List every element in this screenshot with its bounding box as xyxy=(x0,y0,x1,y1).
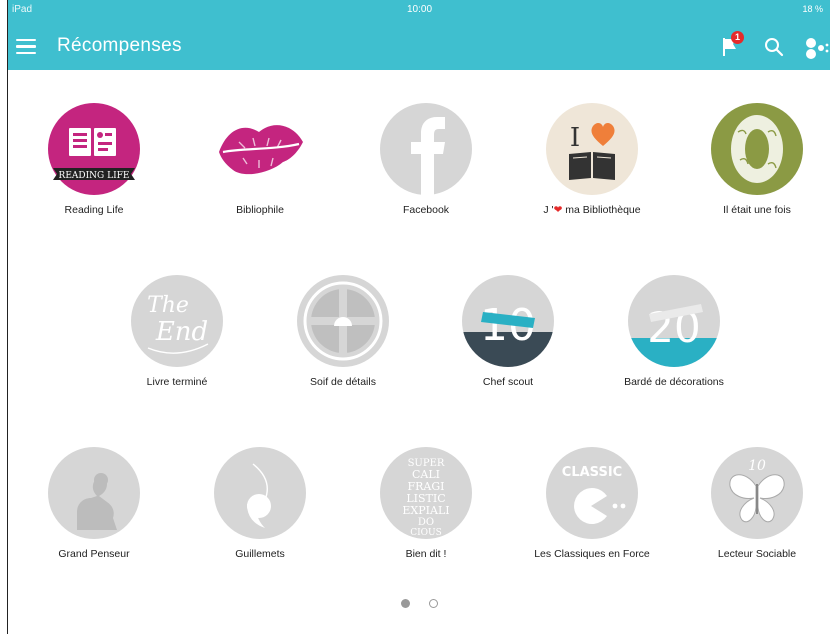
status-bar: iPad 10:00 18 % xyxy=(8,0,830,22)
svg-text:I: I xyxy=(570,123,580,153)
badge-classiques[interactable]: CLASSIC Les Classiques en Force xyxy=(517,446,667,560)
badge-label: Soif de détails xyxy=(310,376,376,388)
people-icon xyxy=(806,38,829,59)
supercali-words-icon: SUPER CALI FRAGI LISTIC EXPIALI DO CIOUS xyxy=(380,447,472,539)
magnifier-lens-icon xyxy=(297,275,389,367)
badge-lecteur-sociable[interactable]: 10 Lecteur Sociable xyxy=(682,446,830,560)
badge-label: Lecteur Sociable xyxy=(717,548,797,560)
badge-il-etait[interactable]: Il était une fois xyxy=(682,102,830,216)
notification-badge: 1 xyxy=(731,31,744,44)
badge-soif[interactable]: Soif de détails xyxy=(268,274,418,388)
ten-ribbon-icon: 10 xyxy=(462,275,554,367)
badge-label: Facebook xyxy=(402,204,450,216)
thinker-statue-icon xyxy=(48,447,140,539)
facebook-icon xyxy=(380,103,472,195)
badge-bien-dit[interactable]: SUPER CALI FRAGI LISTIC EXPIALI DO CIOUS… xyxy=(351,446,501,560)
word-line: EXPIALI xyxy=(402,504,449,517)
page-indicator xyxy=(8,595,830,613)
reading-life-banner: READING LIFE xyxy=(59,171,130,181)
search-icon xyxy=(765,38,784,57)
word-line: DO xyxy=(418,517,434,528)
reading-life-icon: READING LIFE xyxy=(48,103,140,195)
word-line: CIOUS xyxy=(410,528,442,538)
badge-barde[interactable]: 20 Bardé de décorations xyxy=(599,274,749,388)
social-button[interactable] xyxy=(803,35,829,59)
badge-facebook[interactable]: Facebook xyxy=(351,102,501,216)
page-dot-1[interactable] xyxy=(401,599,411,608)
lips-icon xyxy=(219,125,303,175)
the-end-line2: End xyxy=(155,317,208,347)
badge-label: J '❤ ma Bibliothèque xyxy=(517,204,667,216)
badge-guillemets[interactable]: Guillemets xyxy=(185,446,335,560)
label-prefix: J ' xyxy=(543,204,554,216)
badge-label: Bien dit ! xyxy=(405,548,447,560)
quote-mark-icon xyxy=(214,447,306,539)
battery-percent: 18 % xyxy=(802,4,823,14)
the-end-line1: The xyxy=(147,293,189,318)
badge-label: Bardé de décorations xyxy=(624,376,724,388)
badge-label: Livre terminé xyxy=(146,376,208,388)
notifications-button[interactable]: 1 xyxy=(720,31,744,59)
badge-reading-life[interactable]: READING LIFE Reading Life xyxy=(19,102,169,216)
nav-bar: Récompenses 1 xyxy=(8,22,830,70)
classic-pacman-icon: CLASSIC xyxy=(546,447,638,539)
app-window: iPad 10:00 18 % Récompenses 1 READING LI… xyxy=(7,0,830,634)
badge-label: Reading Life xyxy=(64,204,124,216)
butterfly-icon: 10 xyxy=(711,447,803,539)
badge-bibliophile[interactable]: Bibliophile xyxy=(185,102,335,216)
storybook-o-icon xyxy=(711,103,803,195)
status-time: 10:00 xyxy=(406,4,433,15)
label-suffix: ma Bibliothèque xyxy=(562,204,641,216)
badge-label: Les Classiques en Force xyxy=(534,548,650,560)
twenty-ribbon-icon: 20 xyxy=(628,275,720,367)
badge-label: Il était une fois xyxy=(723,204,791,216)
badge-bibliotheque[interactable]: I J '❤ ma Bibliothèque xyxy=(517,102,667,216)
badge-label: Bibliophile xyxy=(236,204,284,216)
search-button[interactable] xyxy=(762,35,786,59)
ten-numeral: 10 xyxy=(748,458,766,474)
badge-livre-termine[interactable]: The End Livre terminé xyxy=(102,274,252,388)
page-dot-2[interactable] xyxy=(428,599,438,608)
badge-grand-penseur[interactable]: Grand Penseur xyxy=(19,446,169,560)
badge-chef-scout[interactable]: 10 Chef scout xyxy=(433,274,583,388)
badge-label: Chef scout xyxy=(482,376,534,388)
badge-label: Grand Penseur xyxy=(58,548,130,560)
classic-text: CLASSIC xyxy=(562,465,622,480)
page-title: Récompenses xyxy=(57,35,182,56)
the-end-icon: The End xyxy=(131,275,223,367)
badge-label: Guillemets xyxy=(235,548,285,560)
hamburger-menu-icon[interactable] xyxy=(16,39,36,55)
i-love-books-icon: I xyxy=(546,103,638,195)
